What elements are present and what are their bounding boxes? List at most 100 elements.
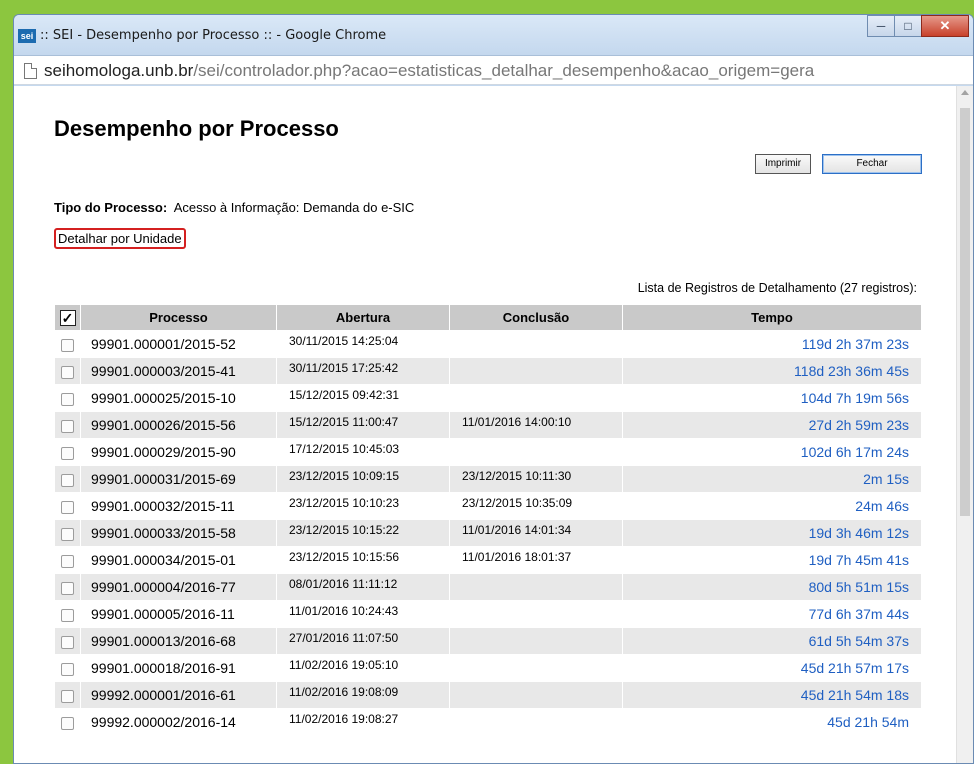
row-checkbox-cell	[54, 654, 81, 682]
cell-tempo: 61d 5h 54m 37s	[622, 627, 922, 655]
scroll-thumb[interactable]	[960, 108, 970, 516]
row-checkbox-cell	[54, 708, 81, 736]
row-checkbox-cell	[54, 411, 81, 439]
cell-tempo: 102d 6h 17m 24s	[622, 438, 922, 466]
cell-tempo: 2m 15s	[622, 465, 922, 493]
sei-logo-icon: sei	[18, 29, 36, 43]
row-checkbox[interactable]	[61, 419, 74, 433]
cell-conclusao: 11/01/2016 18:01:37	[449, 546, 623, 574]
row-checkbox-cell	[54, 600, 81, 628]
cell-processo: 99992.000001/2016-61	[80, 681, 277, 709]
cell-tempo: 19d 3h 46m 12s	[622, 519, 922, 547]
row-checkbox[interactable]	[61, 392, 74, 406]
table-row: 99901.000034/2015-01 23/12/2015 10:15:56 1…	[54, 546, 922, 574]
row-checkbox[interactable]	[61, 689, 74, 703]
row-checkbox[interactable]	[61, 608, 74, 622]
cell-abertura: 23/12/2015 10:15:22	[276, 519, 450, 547]
cell-tempo: 119d 2h 37m 23s	[622, 330, 922, 358]
cell-abertura: 30/11/2015 17:25:42	[276, 357, 450, 385]
table-row: 99901.000033/2015-58 23/12/2015 10:15:22 1…	[54, 519, 922, 547]
cell-tempo: 19d 7h 45m 41s	[622, 546, 922, 574]
detail-by-unit-link[interactable]: Detalhar por Unidade	[54, 228, 186, 249]
cell-abertura: 11/02/2016 19:08:09	[276, 681, 450, 709]
cell-processo: 99901.000031/2015-69	[80, 465, 277, 493]
row-checkbox-cell	[54, 681, 81, 709]
vertical-scrollbar[interactable]	[956, 86, 973, 763]
table-header-row: ✓ Processo Abertura Conclusão Tempo	[54, 304, 922, 331]
row-checkbox[interactable]	[61, 473, 74, 487]
row-checkbox-cell	[54, 438, 81, 466]
cell-processo: 99901.000001/2015-52	[80, 330, 277, 358]
row-checkbox-cell	[54, 627, 81, 655]
cell-processo: 99901.000003/2015-41	[80, 357, 277, 385]
address-bar[interactable]: seihomologa.unb.br/sei/controlador.php?a…	[14, 55, 973, 85]
cell-conclusao	[449, 627, 623, 655]
cell-abertura: 17/12/2015 10:45:03	[276, 438, 450, 466]
row-checkbox[interactable]	[61, 662, 74, 676]
cell-tempo: 45d 21h 57m 17s	[622, 654, 922, 682]
print-button[interactable]: Imprimir	[755, 154, 811, 174]
table-body: 99901.000001/2015-52 30/11/2015 14:25:04 1…	[54, 330, 922, 736]
url-path: /sei/controlador.php?acao=estatisticas_d…	[193, 61, 815, 80]
browser-window: sei :: SEI - Desempenho por Processo :: …	[13, 14, 974, 764]
cell-conclusao	[449, 438, 623, 466]
cell-abertura: 11/01/2016 10:24:43	[276, 600, 450, 628]
row-checkbox[interactable]	[61, 716, 74, 730]
cell-tempo: 24m 46s	[622, 492, 922, 520]
header-tempo[interactable]: Tempo	[622, 304, 922, 331]
cell-abertura: 15/12/2015 11:00:47	[276, 411, 450, 439]
row-checkbox[interactable]	[61, 581, 74, 595]
close-window-button[interactable]: ✕	[921, 15, 969, 37]
row-checkbox[interactable]	[61, 554, 74, 568]
cell-abertura: 23/12/2015 10:15:56	[276, 546, 450, 574]
minimize-icon: ─	[876, 19, 886, 33]
table-row: 99992.000002/2016-14 11/02/2016 19:08:27 4…	[54, 708, 922, 736]
row-checkbox[interactable]	[61, 500, 74, 514]
cell-processo: 99901.000034/2015-01	[80, 546, 277, 574]
row-checkbox-cell	[54, 573, 81, 601]
cell-tempo: 118d 23h 36m 45s	[622, 357, 922, 385]
url-text[interactable]: seihomologa.unb.br/sei/controlador.php?a…	[44, 61, 814, 81]
records-table: ✓ Processo Abertura Conclusão Tempo 9990…	[54, 304, 922, 736]
url-host: seihomologa.unb.br	[44, 61, 194, 80]
row-checkbox-cell	[54, 357, 81, 385]
header-conclusao[interactable]: Conclusão	[449, 304, 623, 331]
page-title: Desempenho por Processo	[54, 116, 339, 141]
cell-conclusao	[449, 681, 623, 709]
close-button[interactable]: Fechar	[822, 154, 922, 174]
row-checkbox[interactable]	[61, 527, 74, 541]
table-row: 99901.000003/2015-41 30/11/2015 17:25:42 1…	[54, 357, 922, 385]
cell-conclusao: 23/12/2015 10:35:09	[449, 492, 623, 520]
process-type-label: Tipo do Processo:	[54, 200, 168, 215]
table-row: 99901.000031/2015-69 23/12/2015 10:09:15 2…	[54, 465, 922, 493]
row-checkbox-cell	[54, 519, 81, 547]
row-checkbox-cell	[54, 492, 81, 520]
table-row: 99901.000032/2015-11 23/12/2015 10:10:23 2…	[54, 492, 922, 520]
maximize-icon: □	[904, 19, 912, 33]
row-checkbox[interactable]	[61, 338, 74, 352]
process-type: Tipo do Processo: Acesso à Informação: D…	[54, 200, 414, 215]
header-abertura[interactable]: Abertura	[276, 304, 450, 331]
cell-processo: 99901.000026/2015-56	[80, 411, 277, 439]
minimize-button[interactable]: ─	[867, 15, 895, 37]
cell-conclusao: 23/12/2015 10:11:30	[449, 465, 623, 493]
row-checkbox[interactable]	[61, 635, 74, 649]
table-row: 99901.000013/2016-68 27/01/2016 11:07:50 6…	[54, 627, 922, 655]
maximize-button[interactable]: □	[894, 15, 922, 37]
process-type-value: Acesso à Informação: Demanda do e-SIC	[173, 200, 415, 215]
cell-conclusao	[449, 708, 623, 736]
cell-processo: 99901.000013/2016-68	[80, 627, 277, 655]
cell-processo: 99992.000002/2016-14	[80, 708, 277, 736]
cell-abertura: 08/01/2016 11:11:12	[276, 573, 450, 601]
list-caption: Lista de Registros de Detalhamento (27 r…	[637, 281, 917, 295]
row-checkbox[interactable]	[61, 365, 74, 379]
select-all-checkbox[interactable]: ✓	[59, 309, 76, 326]
row-checkbox[interactable]	[61, 446, 74, 460]
cell-tempo: 45d 21h 54m	[622, 708, 922, 736]
row-checkbox-cell	[54, 330, 81, 358]
cell-processo: 99901.000018/2016-91	[80, 654, 277, 682]
header-processo[interactable]: Processo	[80, 304, 277, 331]
scroll-up-icon[interactable]	[961, 90, 969, 95]
cell-tempo: 77d 6h 37m 44s	[622, 600, 922, 628]
cell-abertura: 23/12/2015 10:10:23	[276, 492, 450, 520]
